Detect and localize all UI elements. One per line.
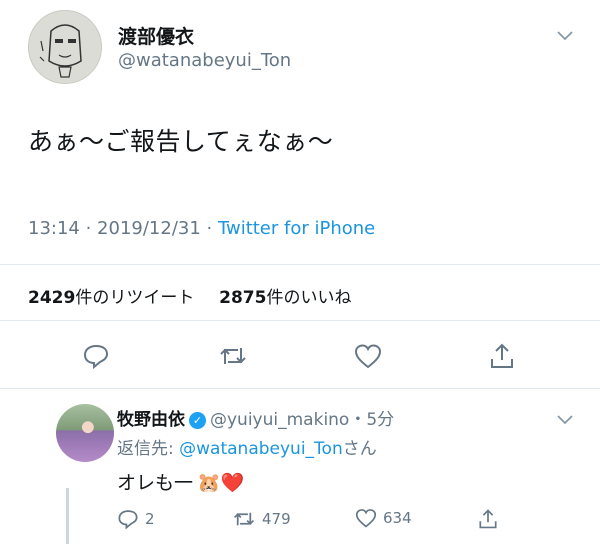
tweet-meta: 13:14 · 2019/12/31 · Twitter for iPhone	[28, 218, 375, 239]
retweet-icon[interactable]	[217, 340, 249, 372]
retweet-icon	[233, 512, 255, 526]
tweet-text: あぁ～ご報告してぇなぁ～	[28, 127, 334, 156]
retweet-count: 2429	[28, 288, 76, 308]
verified-icon: ✓	[189, 412, 206, 429]
reply-icon	[118, 510, 138, 530]
share-button[interactable]	[478, 508, 498, 530]
retweet-count: 479	[262, 510, 291, 528]
display-name[interactable]: 渡部優衣	[118, 22, 194, 49]
reply-to-suffix: さん	[342, 439, 377, 459]
like-label: 件のいいね	[266, 288, 352, 308]
like-button[interactable]: 634	[355, 508, 412, 528]
reply-to-prefix: 返信先:	[117, 439, 180, 459]
divider	[0, 388, 600, 389]
chevron-down-icon[interactable]	[556, 410, 574, 431]
retweet-label: 件のリツイート	[75, 288, 195, 308]
reply-emoji: 🐹❤️	[197, 472, 245, 494]
timestamp[interactable]: 13:14 · 2019/12/31 ·	[28, 218, 218, 239]
display-name[interactable]: 牧野由依	[117, 410, 185, 430]
share-icon[interactable]	[486, 340, 518, 372]
reply-count: 2	[145, 510, 155, 528]
like-count: 2875	[219, 288, 267, 308]
reply-text: オレも一 🐹❤️	[117, 468, 244, 495]
reply-to-line: 返信先: @watanabeyui_Tonさん	[117, 434, 377, 459]
reply-icon[interactable]	[80, 340, 112, 372]
retweet-stat[interactable]: 2429件のリツイート	[28, 288, 194, 308]
reply-age[interactable]: ・5分	[349, 410, 394, 430]
like-icon[interactable]	[352, 340, 384, 372]
avatar[interactable]	[56, 404, 114, 462]
user-handle[interactable]: @watanabeyui_Ton	[118, 50, 291, 71]
reply-body: オレも一	[117, 472, 194, 494]
reply-button[interactable]: 2	[117, 508, 155, 530]
chevron-down-icon[interactable]	[556, 26, 574, 47]
like-count: 634	[383, 509, 412, 527]
avatar[interactable]	[28, 10, 102, 84]
divider	[0, 264, 600, 265]
retweet-button[interactable]: 479	[232, 508, 291, 530]
share-icon	[479, 509, 497, 529]
reply-author: 牧野由依 ✓ @yuiyui_makino・5分	[117, 405, 394, 430]
divider	[0, 320, 600, 321]
reply-to-link[interactable]: @watanabeyui_Ton	[179, 439, 343, 459]
user-handle[interactable]: @yuiyui_makino	[210, 410, 349, 430]
tweet-stats: 2429件のリツイート 2875件のいいね	[28, 283, 351, 308]
like-icon	[355, 509, 377, 528]
tweet-source[interactable]: Twitter for iPhone	[218, 218, 375, 239]
thread-line	[66, 488, 69, 544]
like-stat[interactable]: 2875件のいいね	[219, 288, 351, 308]
